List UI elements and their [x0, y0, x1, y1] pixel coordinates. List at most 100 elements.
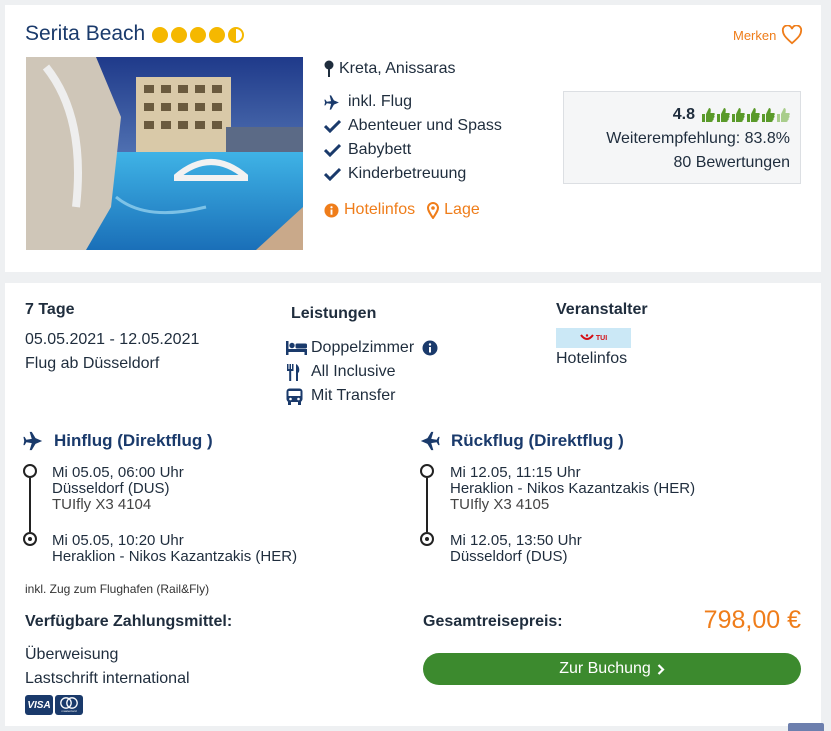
mastercard-circles-icon	[60, 697, 78, 709]
travel-dates: 05.05.2021 - 12.05.2021	[25, 331, 200, 348]
star-icon	[190, 27, 206, 43]
thumb-up-icon	[732, 108, 745, 122]
return-header: Rückflug (Direktflug )	[419, 431, 624, 451]
hotel-links: Hotelinfos Lage	[324, 201, 480, 219]
thumb-up-icon	[777, 108, 790, 122]
payment-title: Verfügbare Zahlungsmittel:	[25, 613, 233, 630]
plane-icon	[324, 94, 341, 111]
payment-method: Lastschrift international	[25, 670, 190, 687]
check-icon	[324, 143, 341, 157]
lage-link[interactable]: Lage	[427, 201, 480, 219]
payment-method: Überweisung	[25, 646, 119, 663]
mastercard-logo: mastercard	[55, 695, 83, 715]
flight-number: TUIfly X3 4104	[52, 496, 152, 513]
departure-airport: Düsseldorf (DUS)	[52, 480, 170, 497]
plane-icon	[23, 431, 43, 451]
feature-label: inkl. Flug	[348, 93, 413, 110]
rating-score-row: 4.8	[564, 103, 790, 127]
visa-logo: VISA	[25, 695, 53, 715]
thumbs-rating	[701, 107, 790, 123]
feature-label: Babybett	[348, 141, 412, 158]
offer-card: 7 Tage 05.05.2021 - 12.05.2021 Flug ab D…	[5, 283, 821, 726]
service-item: Mit Transfer	[286, 387, 395, 405]
outbound-header: Hinflug (Direktflug )	[22, 431, 213, 451]
outbound-departure: Mi 05.05, 06:00 Uhr Düsseldorf (DUS) TUI…	[52, 465, 184, 513]
arrival-airport: Düsseldorf (DUS)	[450, 548, 568, 565]
booking-button-label: Zur Buchung	[559, 660, 651, 677]
star-icon	[171, 27, 187, 43]
cutlery-icon	[286, 363, 307, 381]
info-icon[interactable]	[422, 340, 438, 356]
star-icon	[152, 27, 168, 43]
tui-smile-icon	[580, 334, 594, 340]
thumb-up-icon	[702, 108, 715, 122]
location-text: Kreta, Anissaras	[339, 60, 456, 77]
feature-item: inkl. Flug	[324, 93, 412, 111]
feature-item: Babybett	[324, 141, 411, 159]
return-arrival: Mi 12.05, 13:50 Uhr Düsseldorf (DUS)	[450, 533, 582, 565]
heart-icon	[782, 25, 803, 45]
thumb-up-icon	[747, 108, 760, 122]
thumb-up-icon	[717, 108, 730, 122]
flight-number: TUIfly X3 4105	[450, 496, 550, 513]
feedback-tab[interactable]	[788, 723, 824, 731]
arrival-time: Mi 05.05, 10:20 Uhr	[52, 532, 184, 549]
hotel-image[interactable]	[26, 57, 303, 250]
service-label: All Inclusive	[311, 363, 396, 380]
merken-label: Merken	[733, 27, 777, 43]
departure-airport: Flug ab Düsseldorf	[25, 355, 160, 372]
chevron-right-icon	[657, 663, 665, 675]
timeline-start-icon	[23, 464, 37, 478]
outbound-arrival: Mi 05.05, 10:20 Uhr Heraklion - Nikos Ka…	[52, 533, 297, 565]
service-item: All Inclusive	[286, 363, 395, 381]
arrival-time: Mi 12.05, 13:50 Uhr	[450, 532, 582, 549]
hotelinfos-link[interactable]: Hotelinfos	[324, 201, 415, 219]
recommendation-rate: Weiterempfehlung: 83.8%	[606, 130, 790, 147]
bed-icon	[286, 341, 307, 355]
star-icon	[209, 27, 225, 43]
tui-logo: TUI	[556, 328, 631, 348]
timeline-line	[29, 478, 31, 532]
services-title: Leistungen	[291, 305, 377, 322]
duration: 7 Tage	[25, 301, 75, 318]
hotel-card: Serita Beach Merken Kreta, Anissaras ink…	[5, 5, 821, 272]
pin-icon	[324, 60, 334, 77]
location: Kreta, Anissaras	[324, 60, 456, 78]
merken-button[interactable]: Merken	[733, 25, 803, 45]
star-rating	[152, 27, 244, 43]
return-departure: Mi 12.05, 11:15 Uhr Heraklion - Nikos Ka…	[450, 465, 695, 513]
feature-label: Kinderbetreuung	[348, 165, 467, 182]
info-icon	[324, 202, 339, 218]
map-pin-icon	[427, 201, 440, 219]
total-price-label: Gesamtreisepreis:	[423, 613, 563, 630]
feature-label: Abenteuer und Spass	[348, 117, 502, 134]
outbound-title: Hinflug (Direktflug )	[54, 431, 213, 450]
timeline-end-icon	[420, 532, 434, 546]
arrival-airport: Heraklion - Nikos Kazantzakis (HER)	[52, 548, 298, 565]
payment-logos: VISA mastercard	[25, 695, 83, 715]
departure-airport: Heraklion - Nikos Kazantzakis (HER)	[450, 480, 696, 497]
thumb-up-icon	[762, 108, 775, 122]
timeline-start-icon	[420, 464, 434, 478]
timeline-line	[426, 478, 428, 532]
review-count[interactable]: 80 Bewertungen	[564, 151, 790, 175]
bus-icon	[286, 388, 307, 405]
half-star-icon	[228, 27, 244, 43]
hotel-name[interactable]: Serita Beach	[25, 22, 145, 46]
operator-title: Veranstalter	[556, 301, 648, 318]
return-title: Rückflug (Direktflug )	[451, 431, 624, 450]
service-label: Mit Transfer	[311, 387, 396, 404]
feature-item: Abenteuer und Spass	[324, 117, 502, 135]
timeline-end-icon	[23, 532, 37, 546]
departure-time: Mi 12.05, 11:15 Uhr	[450, 464, 581, 481]
booking-button[interactable]: Zur Buchung	[423, 653, 801, 685]
operator-hotelinfos-link[interactable]: Hotelinfos	[556, 350, 627, 368]
total-price: 798,00 €	[703, 606, 801, 634]
rail-fly-note: inkl. Zug zum Flughafen (Rail&Fly)	[25, 582, 210, 596]
rating-score: 4.8	[672, 106, 695, 123]
service-item: Doppelzimmer	[286, 339, 438, 357]
rating-box[interactable]: 4.8 Weiterempfehlung: 83.8% 80 Bewertung…	[563, 91, 801, 184]
departure-time: Mi 05.05, 06:00 Uhr	[52, 464, 184, 481]
check-icon	[324, 119, 341, 133]
service-label: Doppelzimmer	[311, 339, 415, 356]
